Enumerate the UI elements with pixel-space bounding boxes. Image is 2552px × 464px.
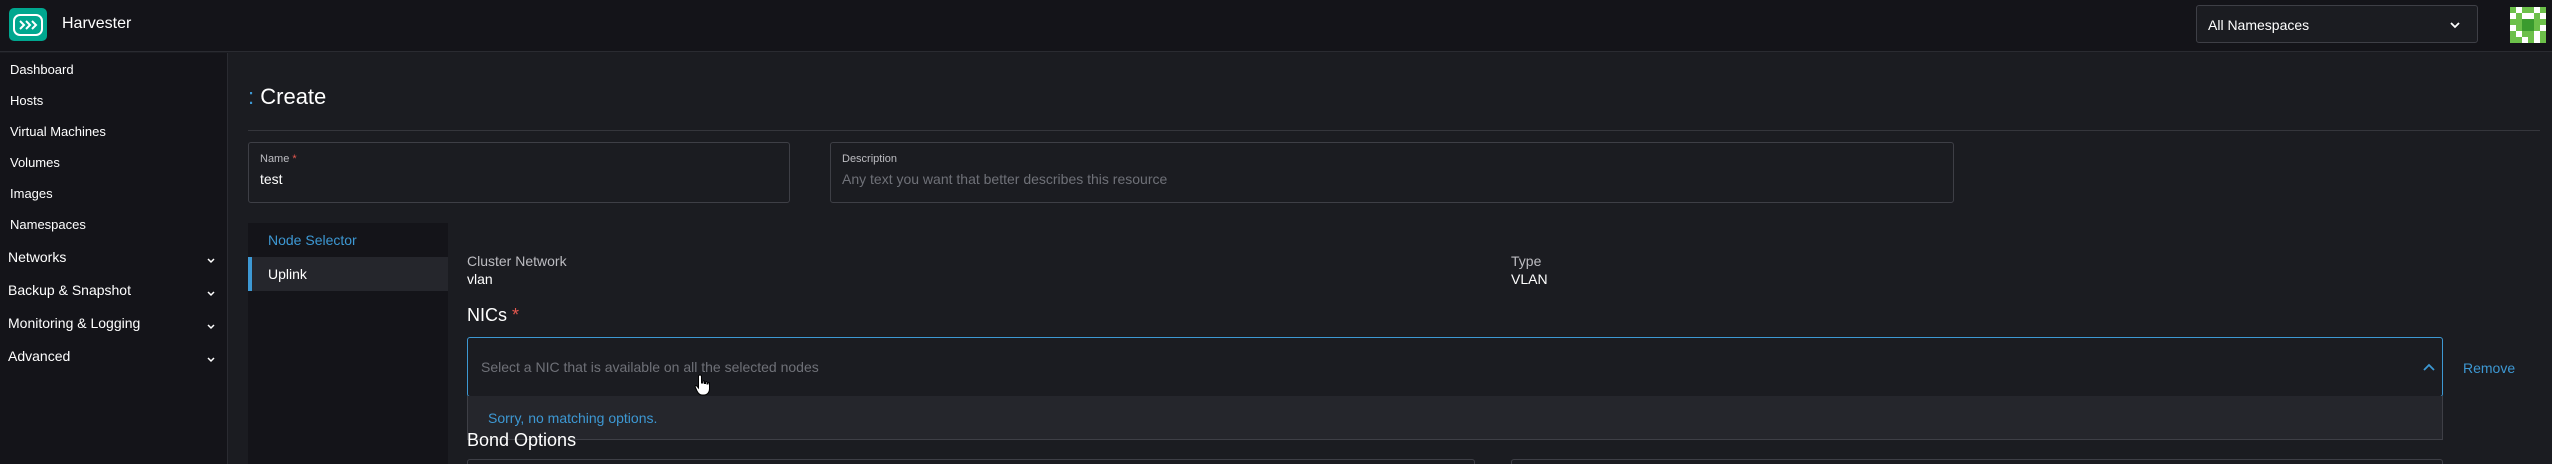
type-label: Type: [1511, 253, 1542, 269]
sidebar-nav: Dashboard Hosts Virtual Machines Volumes…: [0, 53, 228, 464]
sidebar-item-volumes[interactable]: Volumes: [10, 155, 60, 170]
chevron-down-icon: [2449, 18, 2461, 36]
sidebar-group-backup-snapshot[interactable]: Backup & Snapshot: [8, 282, 220, 298]
page-title-text: Create: [260, 84, 327, 109]
nic-select[interactable]: Select a NIC that is available on all th…: [467, 337, 2443, 397]
description-input[interactable]: Any text you want that better describes …: [842, 171, 1167, 187]
description-field-label: Description: [842, 153, 898, 165]
sidebar-group-networks[interactable]: Networks: [8, 249, 220, 265]
sidebar-group-label: Backup & Snapshot: [8, 282, 131, 298]
sidebar-item-hosts[interactable]: Hosts: [10, 93, 43, 108]
type-value: VLAN: [1511, 271, 1548, 287]
sidebar-group-label: Networks: [8, 249, 67, 265]
chevron-up-icon[interactable]: [2422, 361, 2436, 379]
title-divider: [248, 130, 2540, 131]
name-input[interactable]: test: [260, 171, 283, 187]
chevron-down-icon: [206, 253, 216, 269]
nic-select-placeholder: Select a NIC that is available on all th…: [481, 359, 819, 375]
top-header: Harvester All Namespaces: [0, 0, 2552, 52]
sidebar-group-monitoring-logging[interactable]: Monitoring & Logging: [8, 315, 220, 331]
chevron-down-icon: [206, 286, 216, 302]
sidebar-item-dashboard[interactable]: Dashboard: [10, 62, 74, 77]
cluster-network-label: Cluster Network: [467, 253, 567, 269]
sidebar-item-namespaces[interactable]: Namespaces: [10, 217, 86, 232]
name-field[interactable]: Name * test: [248, 142, 790, 203]
sidebar-item-virtual-machines[interactable]: Virtual Machines: [10, 124, 106, 139]
chevron-down-icon: [206, 352, 216, 368]
sidebar-group-label: Monitoring & Logging: [8, 315, 141, 331]
tab-node-selector[interactable]: Node Selector: [248, 223, 448, 257]
harvester-logo-icon[interactable]: [9, 8, 47, 41]
namespace-select-value: All Namespaces: [2208, 17, 2310, 33]
name-field-label: Name *: [260, 153, 297, 165]
app-title: Harvester: [62, 15, 132, 32]
cluster-network-value: vlan: [467, 271, 493, 287]
user-avatar-icon[interactable]: [2510, 6, 2546, 44]
no-options-message: Sorry, no matching options.: [488, 410, 658, 426]
bond-options-title: Bond Options: [467, 430, 577, 450]
bond-mtu-field[interactable]: [1511, 459, 2443, 464]
nic-dropdown-menu: Sorry, no matching options.: [467, 396, 2443, 440]
bond-mode-field[interactable]: [467, 459, 1475, 464]
sidebar-item-images[interactable]: Images: [10, 186, 53, 201]
active-tab-indicator: [248, 257, 252, 291]
nics-title: NICs *: [467, 305, 520, 325]
tab-uplink[interactable]: Uplink: [248, 257, 448, 291]
page-title-prefix: :: [248, 84, 255, 109]
chevron-down-icon: [206, 319, 216, 335]
namespace-select[interactable]: All Namespaces: [2196, 5, 2478, 43]
page-title: : Create: [248, 84, 326, 110]
sidebar-group-advanced[interactable]: Advanced: [8, 348, 220, 364]
remove-button[interactable]: Remove: [2463, 360, 2515, 376]
side-tabs: Node Selector Uplink: [248, 223, 448, 464]
sidebar-group-label: Advanced: [8, 348, 71, 364]
description-field[interactable]: Description Any text you want that bette…: [830, 142, 1954, 203]
